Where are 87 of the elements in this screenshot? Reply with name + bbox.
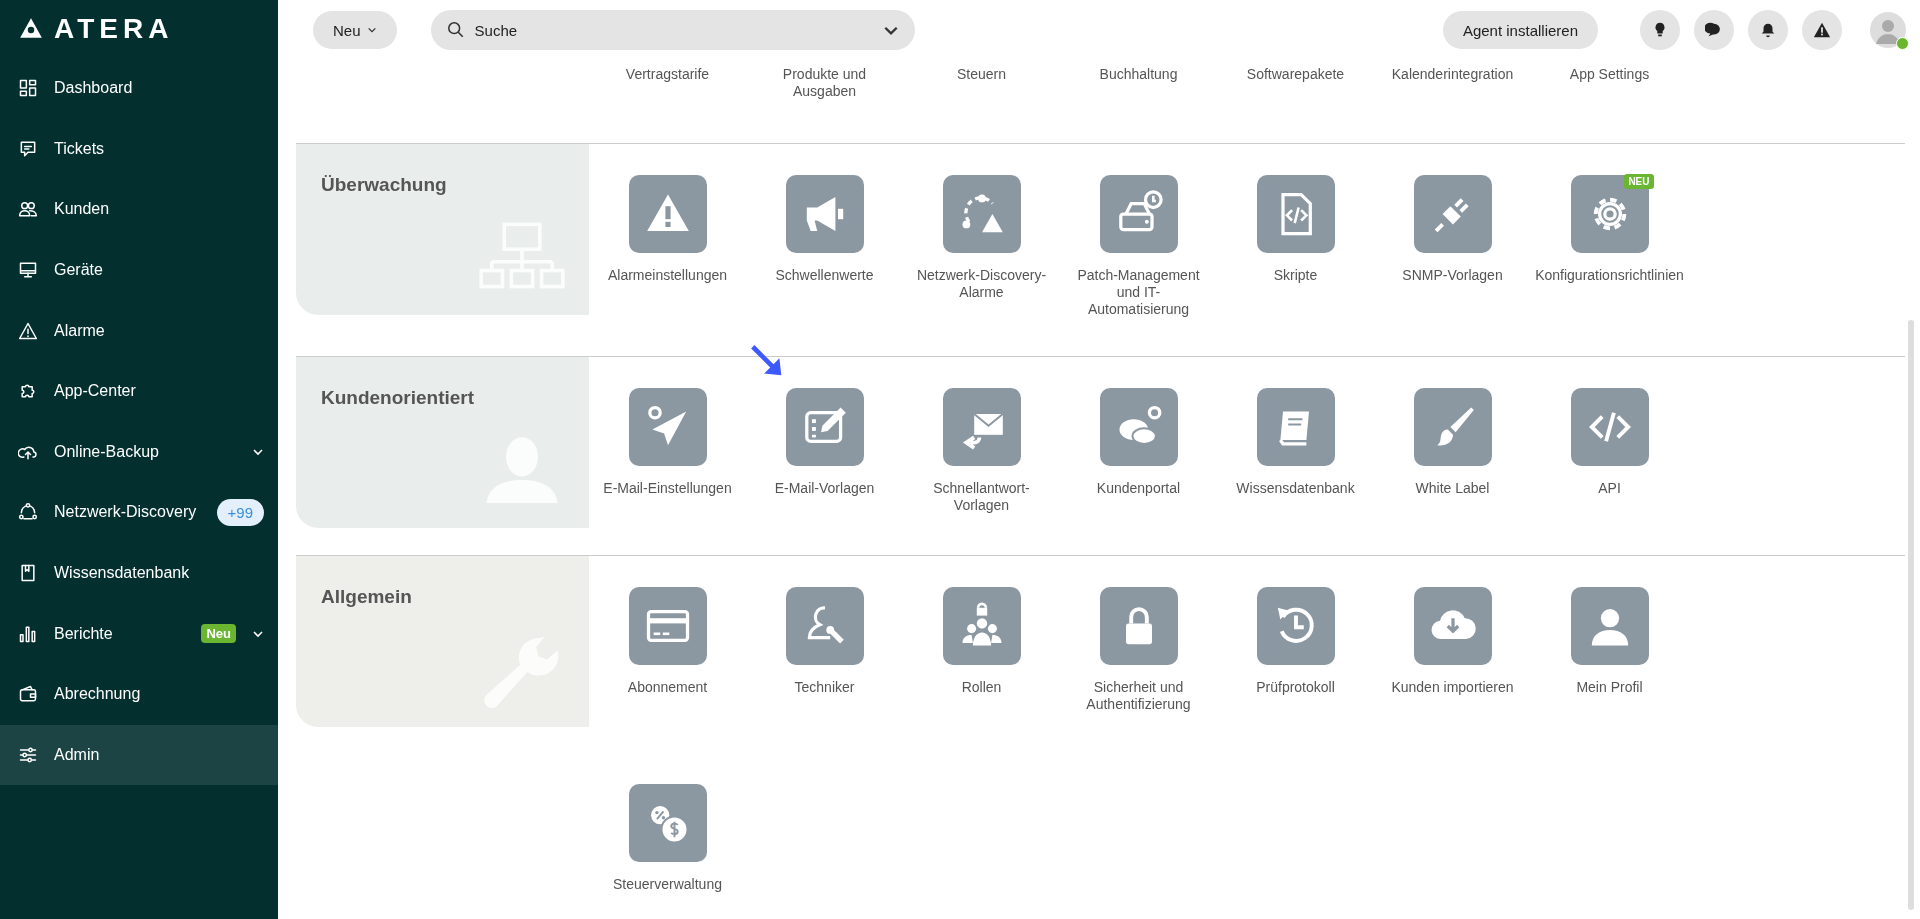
tile-label[interactable]: White Label xyxy=(1415,480,1490,497)
tile-label[interactable]: Rollen xyxy=(961,679,1002,696)
search-icon xyxy=(446,21,465,39)
tile-label[interactable]: Patch-Management und IT-Automatisierung xyxy=(1068,267,1209,318)
tile-label[interactable]: Mein Profil xyxy=(1576,679,1643,696)
user-icon[interactable] xyxy=(1570,587,1649,665)
lightbulb-button[interactable] xyxy=(1640,10,1680,50)
chat-button[interactable] xyxy=(1694,10,1734,50)
tile-label[interactable]: E-Mail-Einstellungen xyxy=(603,480,732,497)
bell-icon xyxy=(1759,21,1777,39)
history-icon[interactable] xyxy=(1256,587,1335,665)
chat-icon xyxy=(1705,21,1723,39)
person-wrench-icon[interactable] xyxy=(785,587,864,665)
notifications-button[interactable] xyxy=(1748,10,1788,50)
sidebar-item[interactable]: Kunden xyxy=(0,179,278,240)
paper-plane-icon[interactable] xyxy=(628,388,707,466)
network-warning-icon[interactable] xyxy=(942,175,1021,253)
sidebar-item[interactable]: Geräte xyxy=(0,239,278,301)
chevron-down-icon xyxy=(366,25,377,35)
tile-label[interactable]: Schwellenwerte xyxy=(775,267,874,284)
sidebar-item[interactable]: Tickets xyxy=(0,118,278,180)
tile-label[interactable]: Wissensdatenbank xyxy=(1236,480,1355,497)
book-icon[interactable] xyxy=(1256,388,1335,466)
warning-icon xyxy=(18,320,38,341)
plug-icon[interactable] xyxy=(1413,175,1492,253)
section-title: Allgemein xyxy=(321,586,412,608)
tile-label[interactable]: Prüfprotokoll xyxy=(1256,679,1335,696)
warning-icon[interactable] xyxy=(628,175,707,253)
tile-label[interactable]: Alarmeinstellungen xyxy=(607,267,728,284)
new-button[interactable]: Neu xyxy=(313,11,397,49)
sidebar-item[interactable]: Abrechnung xyxy=(0,663,278,725)
sidebar-item[interactable]: Wissensdatenbank xyxy=(0,542,278,604)
edit-form-icon[interactable] xyxy=(785,388,864,466)
tile-label[interactable]: Abonnement xyxy=(627,679,708,696)
tile-label[interactable]: Konfigurationsrichtlinien xyxy=(1535,267,1684,284)
code-file-icon[interactable] xyxy=(1256,175,1335,253)
sidebar-item[interactable]: Berichte Neu xyxy=(0,603,278,664)
code-icon[interactable] xyxy=(1570,388,1649,466)
warning-icon xyxy=(1813,21,1831,39)
tile-label[interactable]: Steuerverwaltung xyxy=(613,876,722,893)
tile-label[interactable]: SNMP-Vorlagen xyxy=(1402,267,1503,284)
paintbrush-icon[interactable] xyxy=(1413,388,1492,466)
sidebar-item[interactable]: Online-Backup xyxy=(0,421,278,483)
user-group-lock-icon[interactable] xyxy=(942,587,1021,665)
envelope-reply-icon[interactable] xyxy=(942,388,1021,466)
sidebar-item[interactable]: Netzwerk-Discovery +99 xyxy=(0,482,278,543)
tile-label[interactable]: E-Mail-Vorlagen xyxy=(774,480,875,497)
sidebar-item[interactable]: Admin xyxy=(0,724,278,786)
cloud-download-icon[interactable] xyxy=(1413,587,1492,665)
chat-bubbles-icon[interactable] xyxy=(1099,388,1178,466)
book-icon xyxy=(18,563,38,584)
tile-label[interactable]: Sicherheit und Authentifizierung xyxy=(1068,679,1209,713)
settings-link[interactable]: Vertragstarife xyxy=(589,60,746,143)
sidebar-item[interactable]: App-Center xyxy=(0,360,278,422)
tile-label[interactable]: API xyxy=(1598,480,1621,497)
search-field[interactable]: Suche xyxy=(430,10,915,50)
logo-wordmark: ATERA xyxy=(54,13,174,45)
settings-link[interactable]: App Settings xyxy=(1531,60,1688,143)
settings-link[interactable]: Produkte und Ausgaben xyxy=(746,60,903,143)
tile-label[interactable]: Kundenportal xyxy=(1096,480,1181,497)
tile-label[interactable]: Skripte xyxy=(1273,267,1318,284)
credit-card-icon[interactable] xyxy=(628,587,707,665)
tile-label[interactable]: Techniker xyxy=(794,679,855,696)
coins-icon[interactable] xyxy=(628,784,707,862)
badge: +99 xyxy=(216,498,264,526)
tile-label[interactable]: Schnellantwort-Vorlagen xyxy=(911,480,1052,514)
settings-icon[interactable] xyxy=(1570,175,1649,253)
section-title: Überwachung xyxy=(321,174,447,196)
user-avatar[interactable] xyxy=(1870,12,1906,48)
badge: Neu xyxy=(201,624,236,644)
sidebar-item[interactable]: Alarme xyxy=(0,300,278,361)
settings-link[interactable]: Steuern xyxy=(903,60,1060,143)
warning-button[interactable] xyxy=(1802,10,1842,50)
settings-link[interactable]: Kalenderintegration xyxy=(1374,60,1531,143)
dashboard-icon xyxy=(18,78,38,99)
install-agent-button[interactable]: Agent installieren xyxy=(1442,11,1598,49)
section-title: Kundenorientiert xyxy=(321,387,475,409)
hard-drive-icon[interactable] xyxy=(1099,175,1178,253)
lock-icon[interactable] xyxy=(1099,587,1178,665)
megaphone-icon[interactable] xyxy=(785,175,864,253)
settings-link[interactable]: Buchhaltung xyxy=(1060,60,1217,143)
tile-label[interactable]: Kunden importieren xyxy=(1391,679,1514,696)
new-badge: NEU xyxy=(1624,174,1654,189)
tile-label[interactable]: Netzwerk-Discovery-Alarme xyxy=(911,267,1052,301)
sidebar-item[interactable]: Dashboard xyxy=(0,58,278,119)
settings-link[interactable]: Softwarepakete xyxy=(1217,60,1374,143)
scrollbar[interactable] xyxy=(1908,320,1914,910)
